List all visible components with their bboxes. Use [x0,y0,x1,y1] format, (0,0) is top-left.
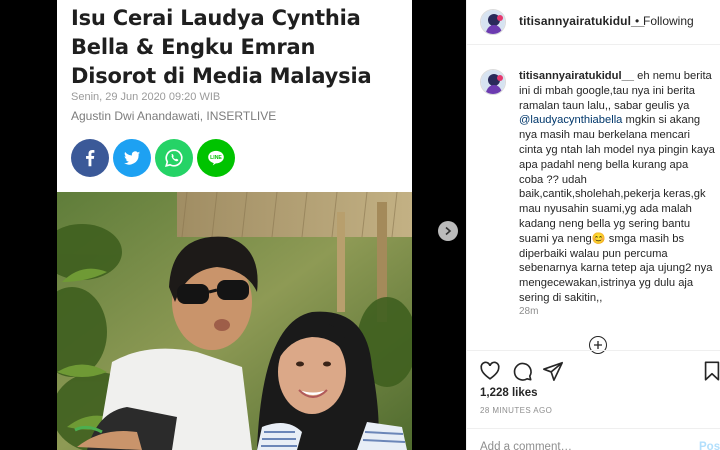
caption-avatar[interactable] [480,69,506,95]
chevron-right-icon [445,226,452,236]
avatar-image [481,70,505,94]
line-share-button: LINE [197,139,235,177]
author-avatar[interactable] [480,9,506,35]
plus-icon [594,341,602,349]
post-header: titisannyairatukidul__ • Following [467,0,720,45]
post-caption: titisannyairatukidul__ eh nemu berita in… [519,69,715,306]
header-separator: • [635,14,640,28]
caption-text-part2: mgkin si akang nya masih mau berkelana m… [519,114,715,304]
whatsapp-icon [165,149,183,167]
like-count[interactable]: 1,228 likes [480,387,538,399]
comment-bar: Add a comment… Post [467,428,720,450]
share-icon[interactable] [542,360,564,382]
line-icon: LINE [208,150,224,166]
facebook-share-button [71,139,109,177]
twitter-icon [124,151,141,165]
following-button[interactable]: Following [643,14,694,28]
caption-timestamp: 28m [519,306,539,317]
post-media: Isu Cerai Laudya Cynthia Bella & Engku E… [0,0,466,450]
article-date: Senin, 29 Jun 2020 09:20 WIB [71,91,221,103]
article-author: Agustin Dwi Anandawati, INSERTLIVE [71,109,277,123]
avatar-image [481,10,505,34]
header-username[interactable]: titisannyairatukidul__ [519,14,645,28]
instagram-post-view: Isu Cerai Laudya Cynthia Bella & Engku E… [0,0,720,450]
post-side-panel: titisannyairatukidul__ • Following titis… [466,0,720,450]
caption-username[interactable]: titisannyairatukidul__ [519,70,634,82]
svg-text:LINE: LINE [210,155,222,161]
post-comment-button[interactable]: Post [699,441,720,450]
whatsapp-share-button [155,139,193,177]
article-screenshot: Isu Cerai Laudya Cynthia Bella & Engku E… [57,0,412,450]
article-headline: Isu Cerai Laudya Cynthia Bella & Engku E… [71,6,372,88]
next-media-button[interactable] [438,221,458,241]
comment-icon[interactable] [511,360,533,382]
add-comment-input[interactable]: Add a comment… [480,441,572,450]
heart-icon[interactable] [479,360,501,382]
facebook-icon [86,150,95,167]
couple-photo-illustration [57,192,412,450]
bookmark-icon[interactable] [701,360,720,382]
post-timestamp: 28 MINUTES AGO [480,406,553,415]
caption-mention-link[interactable]: @laudyacynthiabella [519,114,622,126]
twitter-share-button [113,139,151,177]
couple-photo [57,192,412,450]
